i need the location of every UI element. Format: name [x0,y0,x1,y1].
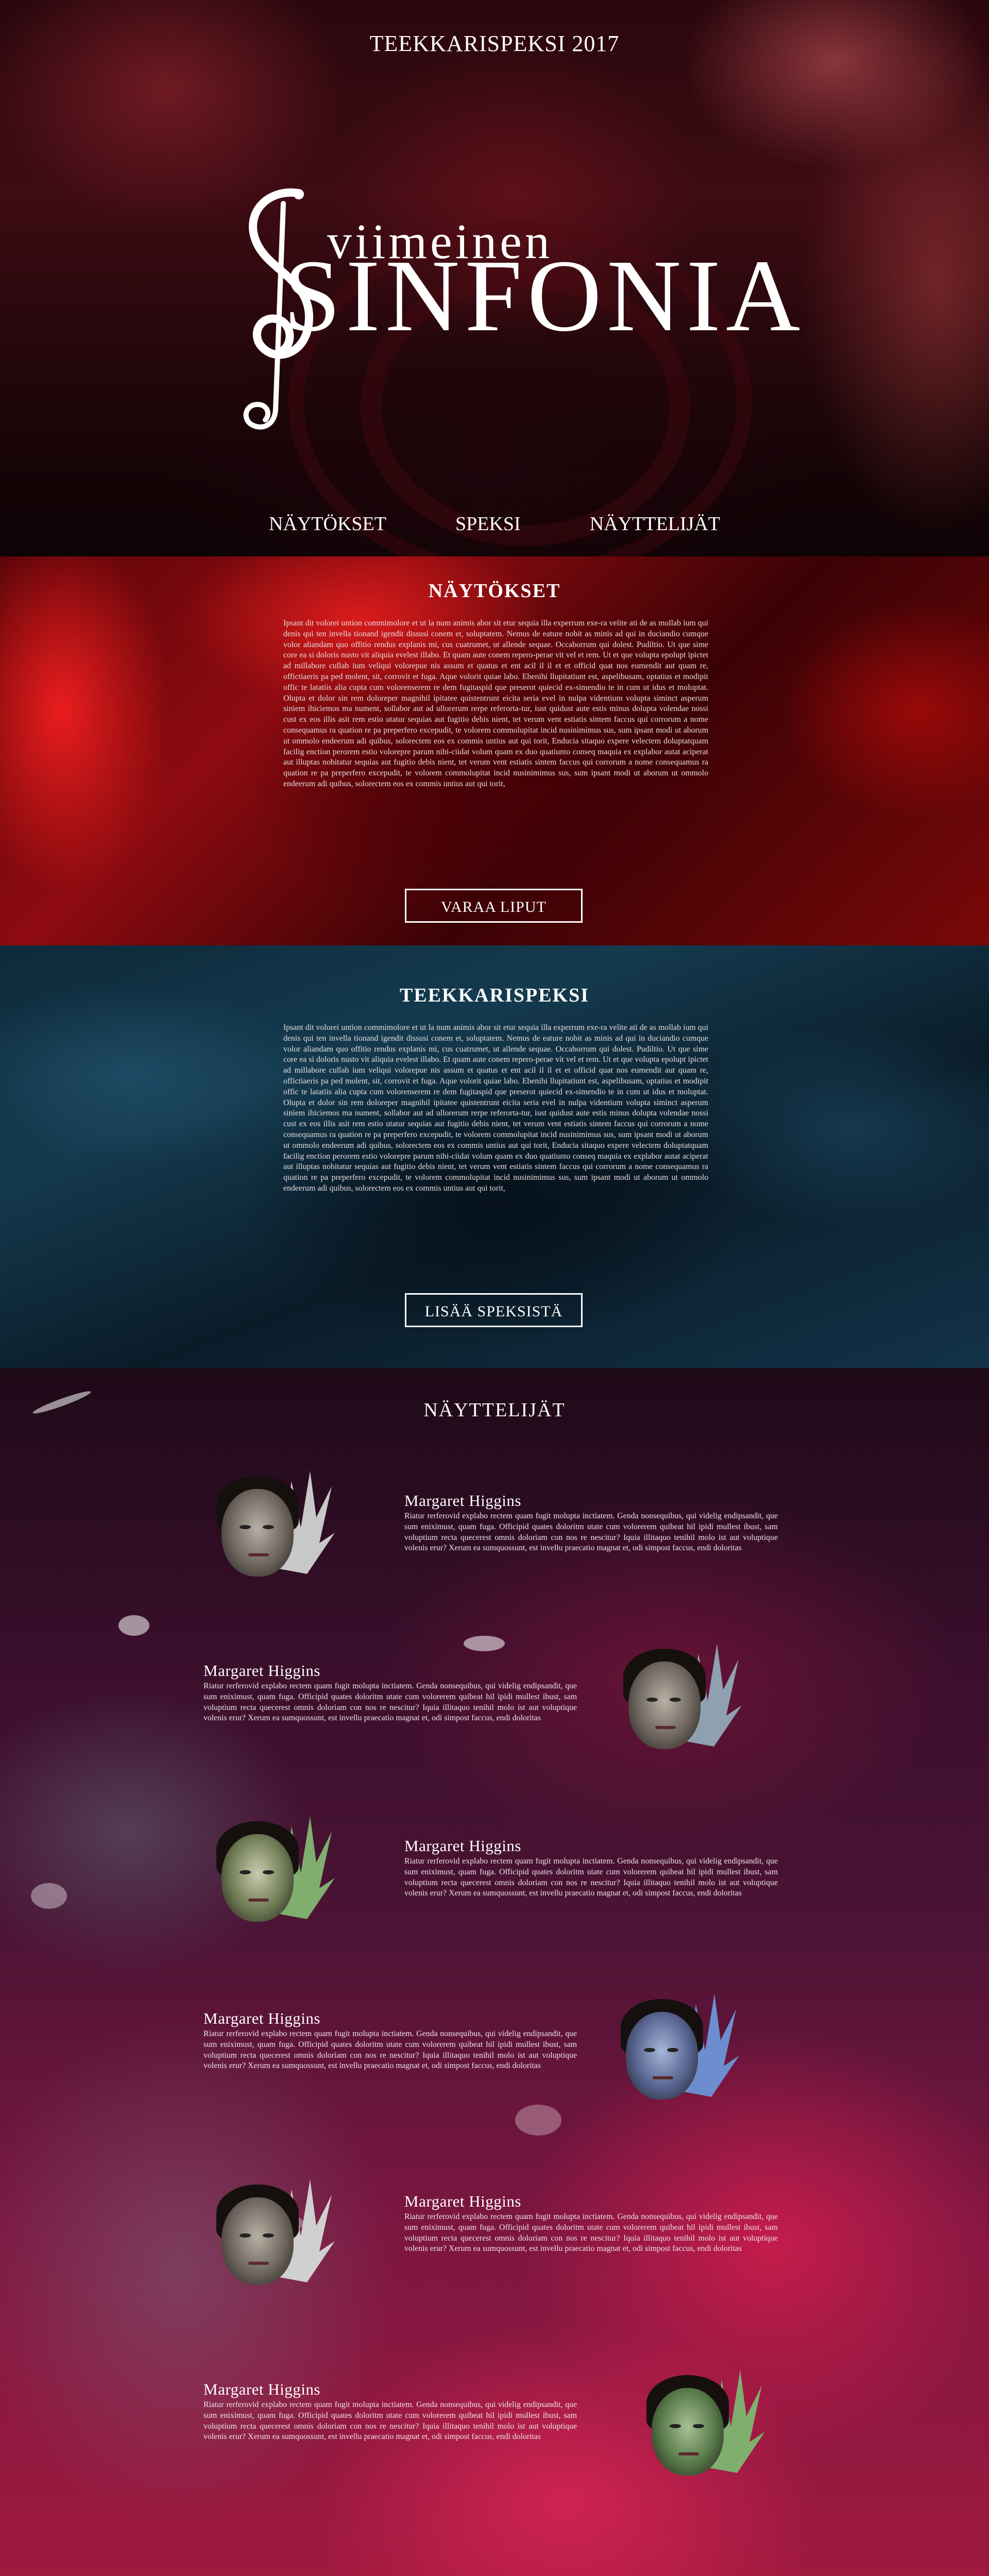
actor-card: Margaret Higgins Riatur rerferovid expla… [0,1643,989,1824]
actor-description: Riatur rerferovid explabo rectem quam fu… [404,2212,778,2253]
section-title: NÄYTTELIJÄT [423,1399,566,1421]
actor-description: Riatur rerferovid explabo rectem quam fu… [404,1857,778,1898]
nav-link-speksi[interactable]: SPEKSI [455,513,521,535]
actor-name: Margaret Higgins [404,1837,521,1855]
actor-portrait [616,1994,739,2107]
naytokset-section: NÄYTÖKSET Ipsant dit volorei untion comm… [0,556,989,945]
main-nav: NÄYTÖKSET SPEKSI NÄYTTELIJÄT [0,513,989,535]
actor-card: Margaret Higgins Riatur rerferovid expla… [0,1816,989,1996]
actor-info: Margaret Higgins Riatur rerferovid expla… [203,2380,577,2443]
section-body: Ipsant dit volorei untion commimolore et… [283,619,708,788]
actor-portrait [641,2370,765,2483]
actor-portrait [211,1471,335,1584]
actor-portrait [211,2179,335,2293]
actor-name: Margaret Higgins [203,2009,320,2027]
book-tickets-button[interactable]: VARAA LIPUT [405,889,583,923]
actor-portrait [618,1643,742,1757]
actor-card: Margaret Higgins Riatur rerferovid expla… [0,2370,989,2550]
actor-info: Margaret Higgins Riatur rerferovid expla… [203,1662,577,1724]
actor-info: Margaret Higgins Riatur rerferovid expla… [404,1837,778,1899]
actor-description: Riatur rerferovid explabo rectem quam fu… [404,1512,778,1553]
actor-card: Margaret Higgins Riatur rerferovid expla… [0,1994,989,2174]
actor-description: Riatur rerferovid explabo rectem quam fu… [203,2400,577,2442]
actor-info: Margaret Higgins Riatur rerferovid expla… [203,2009,577,2072]
logo-wordmark: SINFONIA [283,239,806,353]
nav-link-naytokset[interactable]: NÄYTÖKSET [269,513,386,535]
actor-name: Margaret Higgins [203,1662,320,1680]
actor-portrait [211,1816,335,1929]
hero-section: TEEKKARISPEKSI 2017 viimeinen SINFONIA N… [0,0,989,556]
actor-name: Margaret Higgins [404,2192,521,2210]
section-body: Ipsant dit volorei untion commimolore et… [283,1023,708,1193]
site-title: TEEKKARISPEKSI 2017 [369,31,620,57]
more-about-speksi-button[interactable]: LISÄÄ SPEKSISTÄ [405,1293,583,1327]
teekkarispeksi-section: TEEKKARISPEKSI Ipsant dit volorei untion… [0,945,989,1368]
actor-info: Margaret Higgins Riatur rerferovid expla… [404,1492,778,1554]
actor-card: Margaret Higgins Riatur rerferovid expla… [0,1471,989,1651]
actor-name: Margaret Higgins [404,1492,521,1510]
actor-info: Margaret Higgins Riatur rerferovid expla… [404,2192,778,2255]
section-title: NÄYTÖKSET [428,580,561,602]
actor-description: Riatur rerferovid explabo rectem quam fu… [203,1682,577,1723]
actor-card: Margaret Higgins Riatur rerferovid expla… [0,2179,989,2360]
actor-description: Riatur rerferovid explabo rectem quam fu… [203,2029,577,2071]
nav-link-nayttelijat[interactable]: NÄYTTELIJÄT [590,513,720,535]
actor-name: Margaret Higgins [203,2380,320,2398]
nayttelijat-section: NÄYTTELIJÄT Margaret Higgins Riatur rerf… [0,1368,989,2576]
section-title: TEEKKARISPEKSI [400,985,589,1006]
logo: viimeinen SINFONIA [221,183,800,440]
